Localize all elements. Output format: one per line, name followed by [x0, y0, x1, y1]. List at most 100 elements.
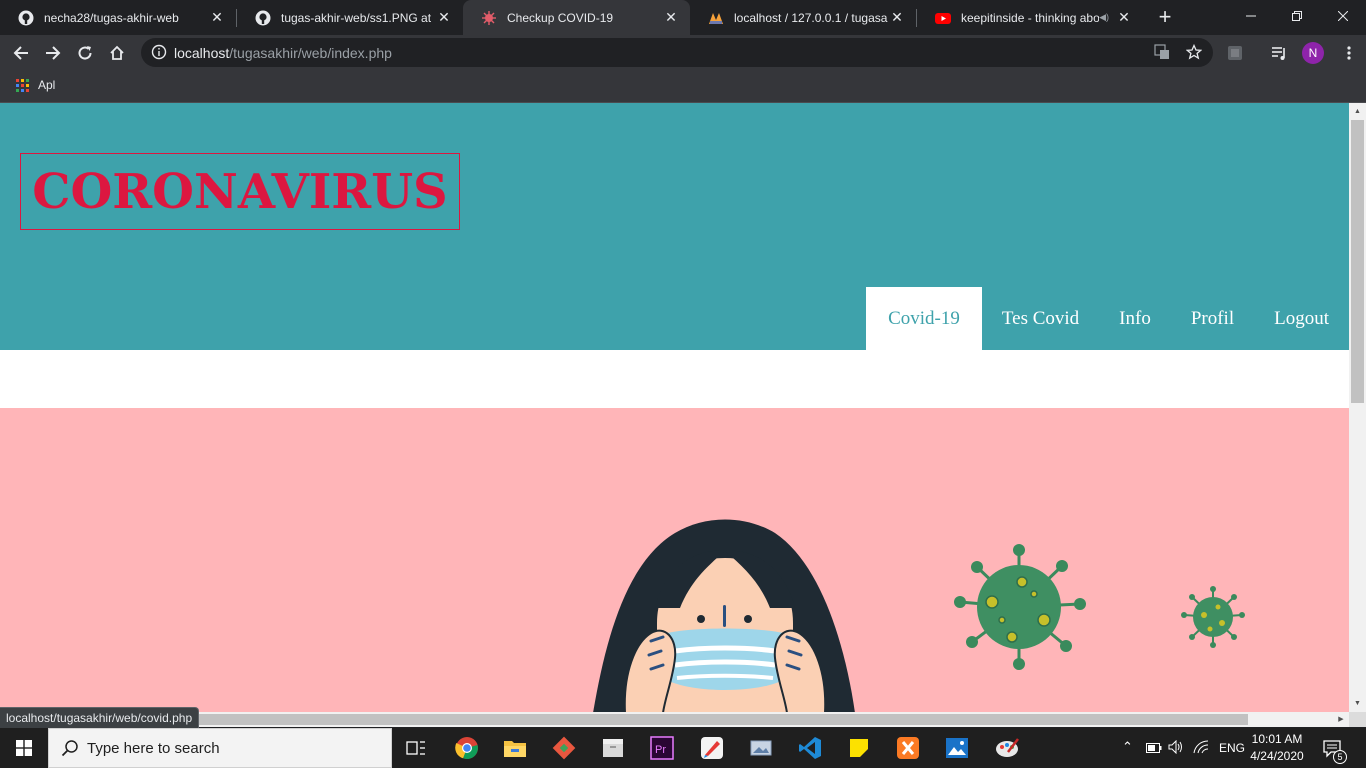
tab-checkup-covid[interactable]: Checkup COVID-19 ✕: [463, 0, 690, 35]
task-view-icon[interactable]: [400, 732, 432, 764]
star-icon[interactable]: [1185, 43, 1203, 65]
address-bar[interactable]: localhost/tugasakhir/web/index.php: [141, 38, 1213, 67]
close-tab-icon[interactable]: ✕: [435, 9, 453, 26]
url-host: localhost: [174, 45, 230, 61]
site-logo[interactable]: CORONAVIRUS: [20, 153, 460, 230]
tab-github-repo[interactable]: necha28/tugas-akhir-web ✕: [0, 0, 236, 35]
sticky-notes-icon[interactable]: [843, 732, 875, 764]
git-icon[interactable]: [548, 732, 580, 764]
vscode-icon[interactable]: [794, 732, 826, 764]
reload-icon: [78, 46, 92, 60]
nav-item-tes-covid[interactable]: Tes Covid: [982, 287, 1099, 350]
tab-youtube[interactable]: keepitinside - thinking abo ◀) ✕: [917, 0, 1143, 35]
translate-icon[interactable]: [1154, 44, 1170, 65]
horizontal-scrollbar[interactable]: ▶: [0, 712, 1349, 727]
windows-taskbar: Type here to search Pr ⌃ ENG 10:01 AM 4/…: [0, 728, 1366, 768]
menu-button[interactable]: [1334, 38, 1364, 68]
browser-toolbar: localhost/tugasakhir/web/index.php N: [0, 35, 1366, 71]
url-text: localhost/tugasakhir/web/index.php: [174, 45, 392, 61]
tab-phpmyadmin[interactable]: localhost / 127.0.0.1 / tugasakh ✕: [690, 0, 916, 35]
close-tab-icon[interactable]: ✕: [888, 9, 906, 26]
scrollbar-thumb[interactable]: [1351, 120, 1364, 403]
extension-icon: [1228, 46, 1242, 60]
apps-label: Apl: [38, 78, 56, 92]
nav-item-covid-19[interactable]: Covid-19: [866, 287, 982, 350]
chevron-up-icon[interactable]: ⌃: [1122, 739, 1133, 755]
virus-icon: [481, 10, 497, 26]
scrollbar-thumb[interactable]: [16, 714, 1248, 725]
virus-large-illustration: [954, 544, 1086, 670]
github-icon: [255, 10, 271, 26]
scroll-right-arrow-icon[interactable]: ▶: [1333, 712, 1349, 727]
tab-github-image[interactable]: tugas-akhir-web/ss1.PNG at m ✕: [237, 0, 463, 35]
close-tab-icon[interactable]: ✕: [1115, 9, 1133, 26]
svg-text:Pr: Pr: [655, 744, 666, 756]
wifi-icon[interactable]: [1193, 740, 1209, 759]
site-header: CORONAVIRUS Covid-19 Tes Covid Info Prof…: [0, 103, 1349, 350]
nav-item-info[interactable]: Info: [1099, 287, 1171, 350]
photos-icon[interactable]: [941, 732, 973, 764]
arrow-right-icon: [46, 46, 61, 60]
clock-date: 4/24/2020: [1250, 749, 1304, 763]
tab-title: necha28/tugas-akhir-web: [44, 10, 179, 25]
kebab-menu-icon: [1347, 46, 1351, 60]
restore-icon: [1292, 11, 1302, 21]
home-icon: [110, 45, 124, 60]
clock-time: 10:01 AM: [1251, 732, 1303, 746]
paint-icon[interactable]: [991, 732, 1023, 764]
vertical-scrollbar[interactable]: ▲ ▼: [1349, 103, 1366, 712]
scroll-down-arrow-icon[interactable]: ▼: [1349, 695, 1366, 712]
girl-with-mask-illustration: [593, 519, 855, 712]
close-icon: [1338, 11, 1348, 21]
speaker-icon[interactable]: ◀): [1099, 12, 1109, 23]
windows-logo-icon: [16, 740, 32, 756]
close-tab-icon[interactable]: ✕: [208, 9, 226, 26]
profile-avatar[interactable]: N: [1298, 38, 1328, 68]
new-tab-button[interactable]: +: [1152, 4, 1178, 30]
youtube-icon: [935, 10, 951, 26]
taskbar-search[interactable]: Type here to search: [48, 728, 392, 768]
bookmarks-bar: Apl: [0, 71, 1366, 103]
reload-button[interactable]: [70, 38, 100, 68]
scrollbar-corner: [1349, 712, 1366, 727]
nav-item-logout[interactable]: Logout: [1254, 287, 1349, 350]
search-icon: [61, 739, 79, 757]
virus-small-illustration: [1181, 586, 1245, 648]
xampp-icon[interactable]: [892, 732, 924, 764]
home-button[interactable]: [102, 38, 132, 68]
extension-button[interactable]: [1220, 38, 1250, 68]
phpmyadmin-icon: [708, 10, 724, 26]
start-button[interactable]: [0, 728, 48, 768]
minimize-icon: [1246, 15, 1256, 17]
restore-button[interactable]: [1274, 0, 1320, 32]
minimize-button[interactable]: [1228, 0, 1274, 32]
pen-app-icon[interactable]: [696, 732, 728, 764]
arrow-left-icon: [13, 46, 28, 60]
forward-button[interactable]: [38, 38, 68, 68]
premiere-icon[interactable]: Pr: [646, 732, 678, 764]
scroll-up-arrow-icon[interactable]: ▲: [1349, 103, 1366, 120]
notification-count-badge: 5: [1333, 750, 1347, 764]
close-window-button[interactable]: [1320, 0, 1366, 32]
info-icon[interactable]: [151, 44, 167, 65]
playlist-icon: [1272, 47, 1285, 60]
tab-title: localhost / 127.0.0.1 / tugasakh: [734, 10, 888, 25]
status-url-bubble: localhost/tugasakhir/web/covid.php: [0, 707, 200, 728]
volume-icon[interactable]: [1168, 739, 1184, 759]
file-explorer-icon[interactable]: [499, 732, 531, 764]
system-clock[interactable]: 10:01 AM 4/24/2020: [1247, 731, 1307, 765]
chrome-icon[interactable]: [451, 732, 483, 764]
github-icon: [18, 10, 34, 26]
media-control-button[interactable]: [1264, 38, 1294, 68]
battery-icon[interactable]: [1146, 741, 1162, 759]
close-tab-icon[interactable]: ✕: [662, 9, 680, 26]
nav-item-profil[interactable]: Profil: [1171, 287, 1254, 350]
back-button[interactable]: [6, 38, 36, 68]
photo-app-icon[interactable]: [745, 732, 777, 764]
box-icon[interactable]: [597, 732, 629, 764]
apps-shortcut[interactable]: Apl: [16, 78, 55, 92]
logo-text: CORONAVIRUS: [32, 163, 448, 220]
url-path: /tugasakhir/web/index.php: [229, 45, 392, 61]
main-nav: Covid-19 Tes Covid Info Profil Logout: [866, 287, 1349, 350]
language-indicator[interactable]: ENG: [1219, 741, 1245, 755]
